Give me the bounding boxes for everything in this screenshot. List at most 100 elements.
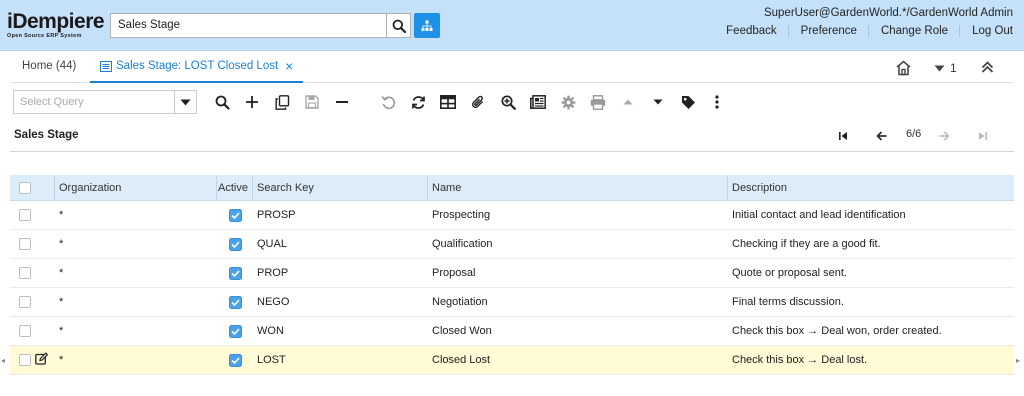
table-row[interactable]: * LOST Closed Lost Check this box → Deal lo… <box>10 346 1014 375</box>
table-row[interactable]: * WON Closed Won Check this box → Deal won,… <box>10 317 1014 346</box>
active-checkbox[interactable] <box>229 324 242 338</box>
cell-description[interactable]: Check this box → Deal lost. <box>728 346 1014 374</box>
select-query-combobox[interactable]: Select Query <box>13 90 197 114</box>
table-row[interactable]: * NEGO Negotiation Final terms discussion. <box>10 288 1014 317</box>
active-checkbox[interactable] <box>229 208 242 222</box>
refresh-icon[interactable] <box>409 93 427 111</box>
cell-active[interactable] <box>217 346 253 374</box>
cell-active[interactable] <box>217 230 253 258</box>
logout-link[interactable]: Log Out <box>959 25 1024 37</box>
cell-description[interactable]: Quote or proposal sent. <box>728 259 1014 287</box>
cell-description[interactable]: Checking if they are a good fit. <box>728 230 1014 258</box>
active-checkbox[interactable] <box>229 237 242 251</box>
tab-sales-stage[interactable]: Sales Stage: LOST Closed Lost × <box>90 51 304 83</box>
cell-name[interactable]: Negotiation <box>428 288 728 316</box>
row-select-cell <box>10 201 55 229</box>
cell-active[interactable] <box>217 201 253 229</box>
cell-active[interactable] <box>217 288 253 316</box>
cell-organization[interactable]: * <box>55 288 217 316</box>
active-checkbox[interactable] <box>229 353 242 367</box>
cell-search-key[interactable]: PROP <box>253 259 428 287</box>
last-record-icon[interactable] <box>978 130 992 142</box>
cell-organization[interactable]: * <box>55 230 217 258</box>
change-role-link[interactable]: Change Role <box>867 25 959 37</box>
row-checkbox[interactable] <box>19 209 31 221</box>
cell-description[interactable]: Final terms discussion. <box>728 288 1014 316</box>
cell-organization[interactable]: * <box>55 317 217 345</box>
cell-search-key[interactable]: NEGO <box>253 288 428 316</box>
table-row[interactable]: * PROP Proposal Quote or proposal sent. <box>10 259 1014 288</box>
row-checkbox[interactable] <box>19 267 31 279</box>
tab-list-dropdown[interactable]: 1 <box>934 61 957 75</box>
column-header-active[interactable]: Active <box>217 175 253 200</box>
select-query-input[interactable]: Select Query <box>14 91 175 113</box>
table-row[interactable]: * QUAL Qualification Checking if they are a… <box>10 230 1014 259</box>
cell-search-key[interactable]: QUAL <box>253 230 428 258</box>
save-icon[interactable] <box>303 93 321 111</box>
row-checkbox[interactable] <box>19 354 31 366</box>
cell-active[interactable] <box>217 259 253 287</box>
cell-search-key[interactable]: LOST <box>253 346 428 374</box>
cell-description[interactable]: Initial contact and lead identification <box>728 201 1014 229</box>
cell-organization[interactable]: * <box>55 201 217 229</box>
cell-name[interactable]: Prospecting <box>428 201 728 229</box>
previous-record-icon[interactable] <box>876 130 890 142</box>
select-all-checkbox[interactable] <box>19 181 31 194</box>
feedback-link[interactable]: Feedback <box>714 25 788 37</box>
cell-name[interactable]: Closed Lost <box>428 346 728 374</box>
tag-icon[interactable] <box>679 93 697 111</box>
cell-name[interactable]: Closed Won <box>428 317 728 345</box>
first-record-icon[interactable] <box>838 130 852 142</box>
zoom-icon[interactable] <box>499 93 517 111</box>
tab-home[interactable]: Home (44) <box>22 51 76 83</box>
column-header-name[interactable]: Name <box>428 175 728 200</box>
menu-tree-button[interactable] <box>414 13 440 38</box>
preference-link[interactable]: Preference <box>787 25 868 37</box>
column-header-description[interactable]: Description <box>728 175 1014 200</box>
cell-organization[interactable]: * <box>55 346 217 374</box>
cell-description[interactable]: Check this box → Deal won, order created… <box>728 317 1014 345</box>
previous-icon[interactable] <box>619 93 637 111</box>
column-header-search-key[interactable]: Search Key <box>253 175 428 200</box>
global-search-button[interactable] <box>386 13 411 38</box>
settings-icon[interactable] <box>559 93 577 111</box>
grid-title: Sales Stage <box>14 129 79 141</box>
caret-down-icon <box>934 65 945 71</box>
user-context-label[interactable]: SuperUser@GardenWorld.*/GardenWorld Admi… <box>764 7 1013 19</box>
active-checkbox[interactable] <box>229 266 242 280</box>
row-checkbox[interactable] <box>19 238 31 250</box>
cell-organization[interactable]: * <box>55 259 217 287</box>
global-search-input[interactable]: Sales Stage <box>110 13 387 38</box>
new-record-icon[interactable] <box>243 93 261 111</box>
cell-search-key[interactable]: WON <box>253 317 428 345</box>
next-record-icon[interactable] <box>939 130 953 142</box>
row-checkbox[interactable] <box>19 296 31 308</box>
query-dropdown-button[interactable] <box>174 91 196 113</box>
right-collapse-icon[interactable]: ▸ <box>1016 356 1020 365</box>
cell-active[interactable] <box>217 317 253 345</box>
active-checkbox[interactable] <box>229 295 242 309</box>
attachment-icon[interactable] <box>469 93 487 111</box>
cell-name[interactable]: Qualification <box>428 230 728 258</box>
row-checkbox[interactable] <box>19 325 31 337</box>
close-icon[interactable]: × <box>285 51 293 81</box>
undo-icon[interactable] <box>379 93 397 111</box>
table-row[interactable]: * PROSP Prospecting Initial contact and lea… <box>10 201 1014 230</box>
more-icon[interactable] <box>708 93 726 111</box>
left-collapse-icon[interactable]: ◂ <box>1 356 5 365</box>
column-header-organization[interactable]: Organization <box>55 175 217 200</box>
next-icon[interactable] <box>649 93 667 111</box>
search-icon[interactable] <box>213 93 231 111</box>
delete-icon[interactable] <box>333 93 351 111</box>
collapse-icon[interactable] <box>981 61 994 76</box>
cell-search-key[interactable]: PROSP <box>253 201 428 229</box>
copy-icon[interactable] <box>273 93 291 111</box>
cell-name[interactable]: Proposal <box>428 259 728 287</box>
home-icon[interactable] <box>895 60 912 79</box>
edit-icon[interactable] <box>35 352 49 368</box>
print-icon[interactable] <box>589 93 607 111</box>
report-icon[interactable] <box>529 93 547 111</box>
window-icon <box>100 60 112 72</box>
grid-toggle-icon[interactable] <box>439 93 457 111</box>
idempiere-logo[interactable]: iDempiere Open Source ERP System <box>7 11 107 39</box>
